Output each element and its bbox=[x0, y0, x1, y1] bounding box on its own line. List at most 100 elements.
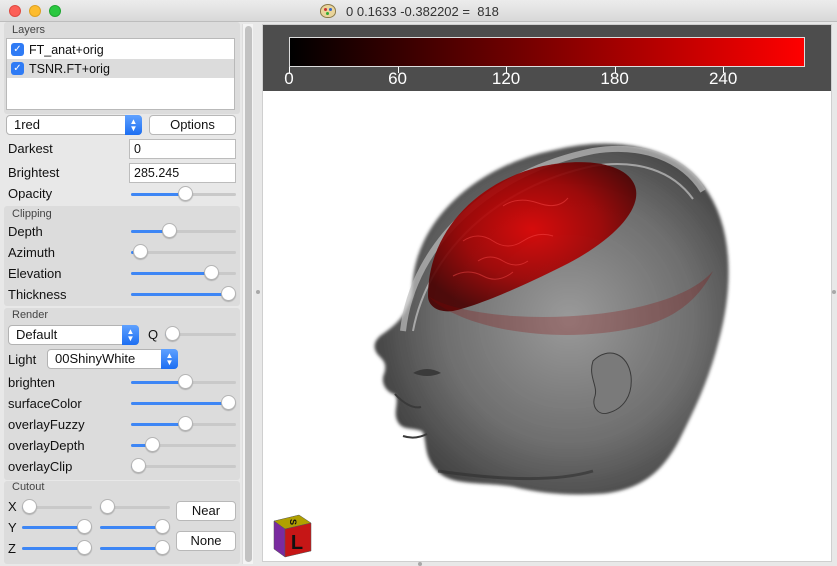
render-section-label: Render bbox=[12, 309, 49, 321]
cutout-z-label: Z bbox=[8, 541, 16, 556]
overlaydepth-slider[interactable] bbox=[131, 437, 236, 453]
cutout-x-high-slider[interactable] bbox=[100, 499, 170, 515]
clipping-section-label: Clipping bbox=[12, 208, 52, 220]
none-button[interactable]: None bbox=[176, 531, 236, 551]
head-volume-rendering[interactable] bbox=[263, 91, 831, 561]
brightest-field[interactable]: 285.245 bbox=[129, 163, 236, 183]
opacity-label: Opacity bbox=[8, 186, 53, 201]
cutout-y-high-slider[interactable] bbox=[100, 519, 170, 535]
colormap-select-value: 1red bbox=[14, 117, 41, 132]
select-arrows-icon: ▲ ▼ bbox=[122, 325, 139, 345]
layer-row[interactable]: ✓ TSNR.FT+orig bbox=[7, 59, 234, 78]
thickness-label: Thickness bbox=[8, 287, 67, 302]
slider-knob[interactable] bbox=[100, 499, 115, 514]
overlayclip-label: overlayClip bbox=[8, 459, 73, 474]
slider-knob[interactable] bbox=[178, 416, 193, 431]
slider-knob[interactable] bbox=[178, 186, 193, 201]
cutout-section-label: Cutout bbox=[12, 481, 45, 493]
elevation-label: Elevation bbox=[8, 266, 62, 281]
colorbar-tick-label: 240 bbox=[708, 69, 738, 88]
cutout-z-high-slider[interactable] bbox=[100, 540, 170, 556]
thickness-slider[interactable] bbox=[131, 286, 236, 302]
mricrogl-window: 0 0.1633 -0.382202 = 818 Layers ✓ FT_ana… bbox=[0, 0, 837, 566]
colorbar-gradient bbox=[289, 37, 805, 67]
colorbar-tick-label: 60 bbox=[388, 69, 407, 88]
options-button[interactable]: Options bbox=[149, 115, 236, 135]
layers-list[interactable]: ✓ FT_anat+orig ✓ TSNR.FT+orig bbox=[6, 38, 235, 110]
minimize-window-button[interactable] bbox=[29, 5, 41, 17]
slider-knob[interactable] bbox=[22, 499, 37, 514]
slider-knob[interactable] bbox=[221, 395, 236, 410]
light-select[interactable]: 00ShinyWhite ▲ ▼ bbox=[47, 349, 178, 369]
q-label: Q bbox=[148, 327, 159, 342]
overlaydepth-label: overlayDepth bbox=[8, 438, 85, 453]
azimuth-slider[interactable] bbox=[131, 244, 236, 260]
light-label: Light bbox=[8, 352, 37, 367]
title-bar: 0 0.1633 -0.382202 = 818 bbox=[0, 0, 837, 22]
overlayfuzzy-label: overlayFuzzy bbox=[8, 417, 85, 432]
slider-fill bbox=[100, 526, 163, 529]
window-title: 0 0.1633 -0.382202 = 818 bbox=[346, 3, 499, 19]
slider-knob[interactable] bbox=[155, 519, 170, 534]
layer-visible-checkbox[interactable]: ✓ bbox=[11, 43, 24, 56]
cutout-x-label: X bbox=[8, 499, 17, 514]
slider-knob[interactable] bbox=[133, 244, 148, 259]
cutout-y-label: Y bbox=[8, 520, 17, 535]
layer-row[interactable]: ✓ FT_anat+orig bbox=[7, 40, 234, 59]
elevation-slider[interactable] bbox=[131, 265, 236, 281]
splitter-handle[interactable] bbox=[256, 290, 260, 294]
render-view[interactable]: 0 60 120 180 240 L S bbox=[262, 24, 832, 562]
slider-fill bbox=[100, 547, 163, 550]
light-select-value: 00ShinyWhite bbox=[55, 351, 136, 366]
slider-knob[interactable] bbox=[131, 458, 146, 473]
control-panel: Layers ✓ FT_anat+orig ✓ TSNR.FT+orig 1re… bbox=[0, 22, 240, 566]
brighten-label: brighten bbox=[8, 375, 55, 390]
slider-knob[interactable] bbox=[204, 265, 219, 280]
slider-fill bbox=[22, 547, 85, 550]
overlayclip-slider[interactable] bbox=[131, 458, 236, 474]
zoom-window-button[interactable] bbox=[49, 5, 61, 17]
colorbar-tick-label: 120 bbox=[491, 69, 521, 88]
near-button[interactable]: Near bbox=[176, 501, 236, 521]
slider-fill bbox=[22, 526, 85, 529]
darkest-field[interactable]: 0 bbox=[129, 139, 236, 159]
quality-slider[interactable] bbox=[165, 326, 236, 342]
select-arrows-icon: ▲ ▼ bbox=[125, 115, 142, 135]
slider-fill bbox=[131, 272, 212, 275]
brighten-slider[interactable] bbox=[131, 374, 236, 390]
panel-scrollbar-thumb[interactable] bbox=[245, 26, 252, 562]
cube-front-letter: L bbox=[291, 532, 303, 554]
overlayfuzzy-slider[interactable] bbox=[131, 416, 236, 432]
select-arrows-icon: ▲ ▼ bbox=[161, 349, 178, 369]
cutout-z-low-slider[interactable] bbox=[22, 540, 92, 556]
slider-knob[interactable] bbox=[221, 286, 236, 301]
cutout-x-low-slider[interactable] bbox=[22, 499, 92, 515]
depth-slider[interactable] bbox=[131, 223, 236, 239]
slider-knob[interactable] bbox=[77, 519, 92, 534]
colormap-select[interactable]: 1red ▲ ▼ bbox=[6, 115, 142, 135]
opacity-slider[interactable] bbox=[131, 186, 236, 202]
panel-scrollbar[interactable] bbox=[242, 24, 253, 564]
colorbar-tick-label: 0 bbox=[284, 69, 294, 88]
surfacecolor-label: surfaceColor bbox=[8, 396, 82, 411]
layer-name: FT_anat+orig bbox=[29, 42, 104, 57]
layer-visible-checkbox[interactable]: ✓ bbox=[11, 62, 24, 75]
splitter-handle-right[interactable] bbox=[832, 290, 836, 294]
slider-knob[interactable] bbox=[77, 540, 92, 555]
slider-knob[interactable] bbox=[165, 326, 180, 341]
cutout-y-low-slider[interactable] bbox=[22, 519, 92, 535]
shader-select[interactable]: Default ▲ ▼ bbox=[8, 325, 139, 345]
surfacecolor-slider[interactable] bbox=[131, 395, 236, 411]
close-window-button[interactable] bbox=[9, 5, 21, 17]
mouth bbox=[402, 433, 428, 439]
slider-knob[interactable] bbox=[178, 374, 193, 389]
orientation-cube: L S bbox=[273, 514, 312, 558]
palette-icon bbox=[320, 4, 336, 18]
slider-knob[interactable] bbox=[162, 223, 177, 238]
slider-knob[interactable] bbox=[145, 437, 160, 452]
splitter-handle-bottom[interactable] bbox=[418, 562, 422, 566]
azimuth-label: Azimuth bbox=[8, 245, 55, 260]
shader-select-value: Default bbox=[16, 327, 58, 342]
cube-top-letter: S bbox=[288, 519, 298, 525]
slider-knob[interactable] bbox=[155, 540, 170, 555]
